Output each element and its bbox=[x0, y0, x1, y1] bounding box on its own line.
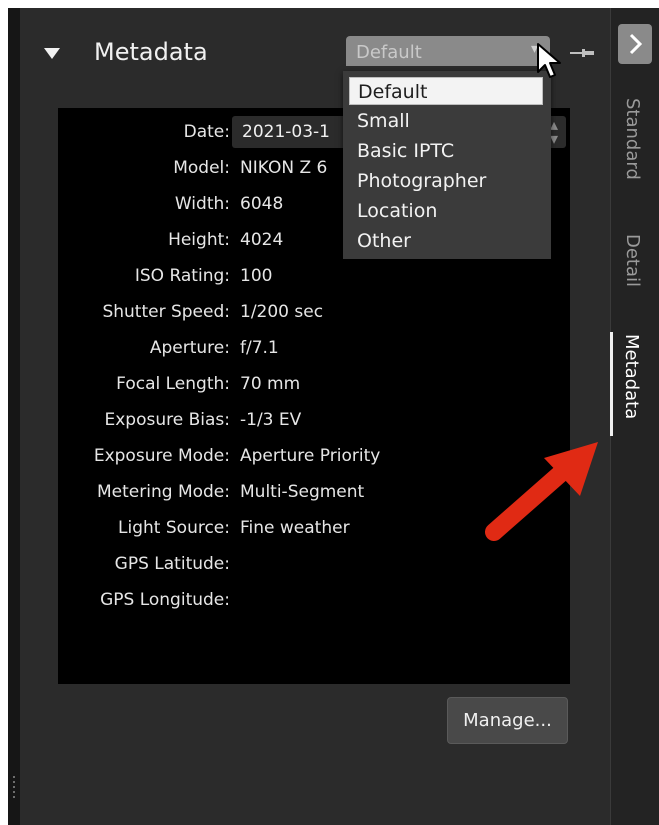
dropdown-item-default[interactable]: Default bbox=[349, 77, 543, 105]
dropdown-item-photographer[interactable]: Photographer bbox=[349, 167, 543, 195]
metadata-label: ISO Rating: bbox=[134, 266, 230, 286]
date-value: 2021-03-1 bbox=[242, 122, 330, 142]
chevron-right-icon bbox=[629, 33, 643, 55]
metadata-value: 1/200 sec bbox=[240, 302, 324, 322]
dropdown-item-other[interactable]: Other bbox=[349, 227, 543, 255]
metadata-value: f/7.1 bbox=[240, 338, 279, 358]
tab-metadata[interactable]: Metadata bbox=[621, 334, 642, 419]
preset-select-value: Default bbox=[356, 42, 422, 63]
metadata-row: Aperture: f/7.1 bbox=[58, 338, 570, 368]
metadata-value: Fine weather bbox=[240, 518, 350, 538]
metadata-value: 4024 bbox=[240, 230, 284, 250]
metadata-label: Height: bbox=[168, 230, 230, 250]
metadata-label: GPS Longitude: bbox=[100, 590, 230, 610]
metadata-label: Model: bbox=[173, 158, 230, 178]
metadata-row: ISO Rating: 100 bbox=[58, 266, 570, 296]
metadata-row: Focal Length: 70 mm bbox=[58, 374, 570, 404]
metadata-value: -1/3 EV bbox=[240, 410, 302, 430]
dropdown-item-location[interactable]: Location bbox=[349, 197, 543, 225]
metadata-value: Aperture Priority bbox=[240, 446, 381, 466]
metadata-label: Date: bbox=[183, 122, 230, 142]
active-tab-indicator bbox=[610, 332, 613, 436]
pin-icon[interactable] bbox=[570, 46, 596, 60]
metadata-label: Focal Length: bbox=[116, 374, 230, 394]
metadata-value: 6048 bbox=[240, 194, 284, 214]
metadata-label: GPS Latitude: bbox=[114, 554, 230, 574]
metadata-row: Shutter Speed: 1/200 sec bbox=[58, 302, 570, 332]
panel-left-edge bbox=[8, 8, 20, 825]
metadata-label: Exposure Mode: bbox=[93, 446, 230, 466]
metadata-value: 100 bbox=[240, 266, 273, 286]
mouse-pointer-icon bbox=[537, 43, 561, 78]
metadata-label: Metering Mode: bbox=[97, 482, 230, 502]
metadata-label: Width: bbox=[174, 194, 230, 214]
metadata-label: Shutter Speed: bbox=[102, 302, 230, 322]
preset-select[interactable]: Default ▾ bbox=[346, 36, 550, 66]
expand-panel-button[interactable] bbox=[618, 24, 652, 64]
spinner-icon[interactable]: ▴ ▾ bbox=[550, 117, 558, 147]
metadata-label: Aperture: bbox=[149, 338, 230, 358]
metadata-row: GPS Latitude: bbox=[58, 554, 570, 584]
metadata-row: GPS Longitude: bbox=[58, 590, 570, 620]
metadata-value: Multi-Segment bbox=[240, 482, 365, 502]
metadata-value: 70 mm bbox=[240, 374, 301, 394]
dropdown-item-small[interactable]: Small bbox=[349, 107, 543, 135]
triangle-down-icon[interactable] bbox=[44, 48, 60, 59]
tab-detail[interactable]: Detail bbox=[622, 234, 643, 287]
metadata-value: NIKON Z 6 bbox=[240, 158, 328, 178]
dropdown-item-basic-iptc[interactable]: Basic IPTC bbox=[349, 137, 543, 165]
annotation-arrow-icon bbox=[485, 442, 598, 541]
tab-standard[interactable]: Standard bbox=[622, 98, 643, 180]
preset-dropdown-list: Default Small Basic IPTC Photographer Lo… bbox=[343, 71, 551, 259]
metadata-label: Light Source: bbox=[118, 518, 230, 538]
manage-button[interactable]: Manage... bbox=[447, 697, 568, 744]
resize-grip-icon[interactable] bbox=[13, 776, 16, 801]
metadata-label: Exposure Bias: bbox=[104, 410, 231, 430]
panel-title: Metadata bbox=[94, 38, 208, 66]
